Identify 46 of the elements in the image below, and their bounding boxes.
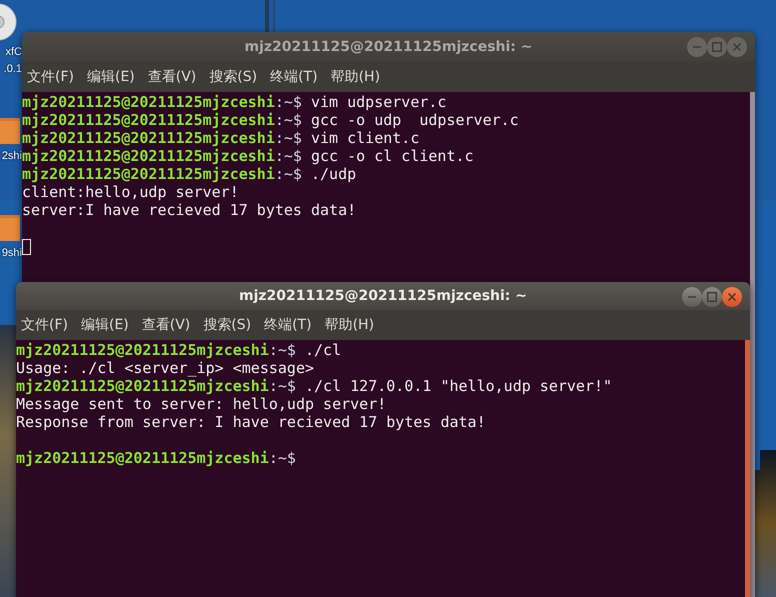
menu-item[interactable]: 文件(F): [21, 316, 68, 334]
terminal-line: mjz20211125@20211125mjzceshi:~$ vim udpserver.c: [22, 93, 448, 111]
terminal-line: Usage: ./cl <server_ip> <message>: [16, 359, 316, 377]
terminal-line: mjz20211125@20211125mjzceshi:~$ ./udp: [22, 165, 358, 183]
terminal-line: mjz20211125@20211125mjzceshi:~$ gcc -o udp udpserver.c: [22, 111, 520, 129]
menu-item[interactable]: 搜索(S): [203, 316, 252, 334]
minus-icon: [692, 46, 702, 48]
text-cursor: [22, 238, 31, 255]
terminal-line: mjz20211125@20211125mjzceshi:~$: [16, 449, 297, 467]
minimize-button[interactable]: [682, 287, 702, 307]
minimize-button[interactable]: [687, 37, 707, 57]
terminal-line: mjz20211125@20211125mjzceshi:~$ vim client.c: [22, 129, 420, 147]
close-icon: [732, 42, 742, 52]
terminal-line: mjz20211125@20211125mjzceshi:~$ ./cl: [16, 341, 342, 359]
window-title: mjz20211125@20211125mjzceshi: ~: [238, 288, 528, 304]
maximize-button[interactable]: [707, 37, 727, 57]
menu-item[interactable]: 查看(V): [142, 316, 190, 334]
window-title: mjz20211125@20211125mjzceshi: ~: [244, 39, 533, 55]
terminal-line: Message sent to server: hello,udp server!: [16, 395, 388, 413]
terminal-line: mjz20211125@20211125mjzceshi:~$ ./cl 127.0.0.1 "hello,udp server!": [16, 377, 614, 395]
scrollbar[interactable]: [745, 340, 750, 597]
close-icon: [727, 292, 737, 302]
icon-label[interactable]: 9shi: [2, 245, 22, 262]
menu-item[interactable]: 帮助(H): [324, 316, 374, 334]
menu-item[interactable]: 查看(V): [148, 68, 196, 86]
square-icon: [712, 42, 722, 52]
terminal-line: server:I have recieved 17 bytes data!: [22, 201, 358, 219]
terminal-line: mjz20211125@20211125mjzceshi:~$ gcc -o cl client.c: [22, 147, 475, 165]
terminal-line: Response from server: I have recieved 17 bytes data!: [16, 413, 487, 431]
close-button[interactable]: [722, 287, 742, 307]
maximize-button[interactable]: [702, 287, 722, 307]
menu-item[interactable]: 搜索(S): [209, 68, 258, 86]
close-button[interactable]: [727, 37, 747, 57]
icon-label[interactable]: .0.1: [4, 61, 22, 78]
menu-item[interactable]: 终端(T): [264, 316, 312, 334]
menu-item[interactable]: 编辑(E): [86, 68, 135, 86]
menu-item[interactable]: 文件(F): [27, 68, 74, 86]
terminal-line: client:hello,udp server!: [22, 183, 240, 201]
square-icon: [707, 292, 717, 302]
menu-item[interactable]: 编辑(E): [80, 316, 129, 334]
icon-label[interactable]: xfC: [6, 44, 22, 61]
menu-item[interactable]: 帮助(H): [330, 68, 380, 86]
scrollbar[interactable]: [750, 92, 755, 597]
icon-label[interactable]: 2shi: [2, 148, 22, 165]
menu-item[interactable]: 终端(T): [270, 68, 318, 86]
minus-icon: [687, 296, 697, 298]
